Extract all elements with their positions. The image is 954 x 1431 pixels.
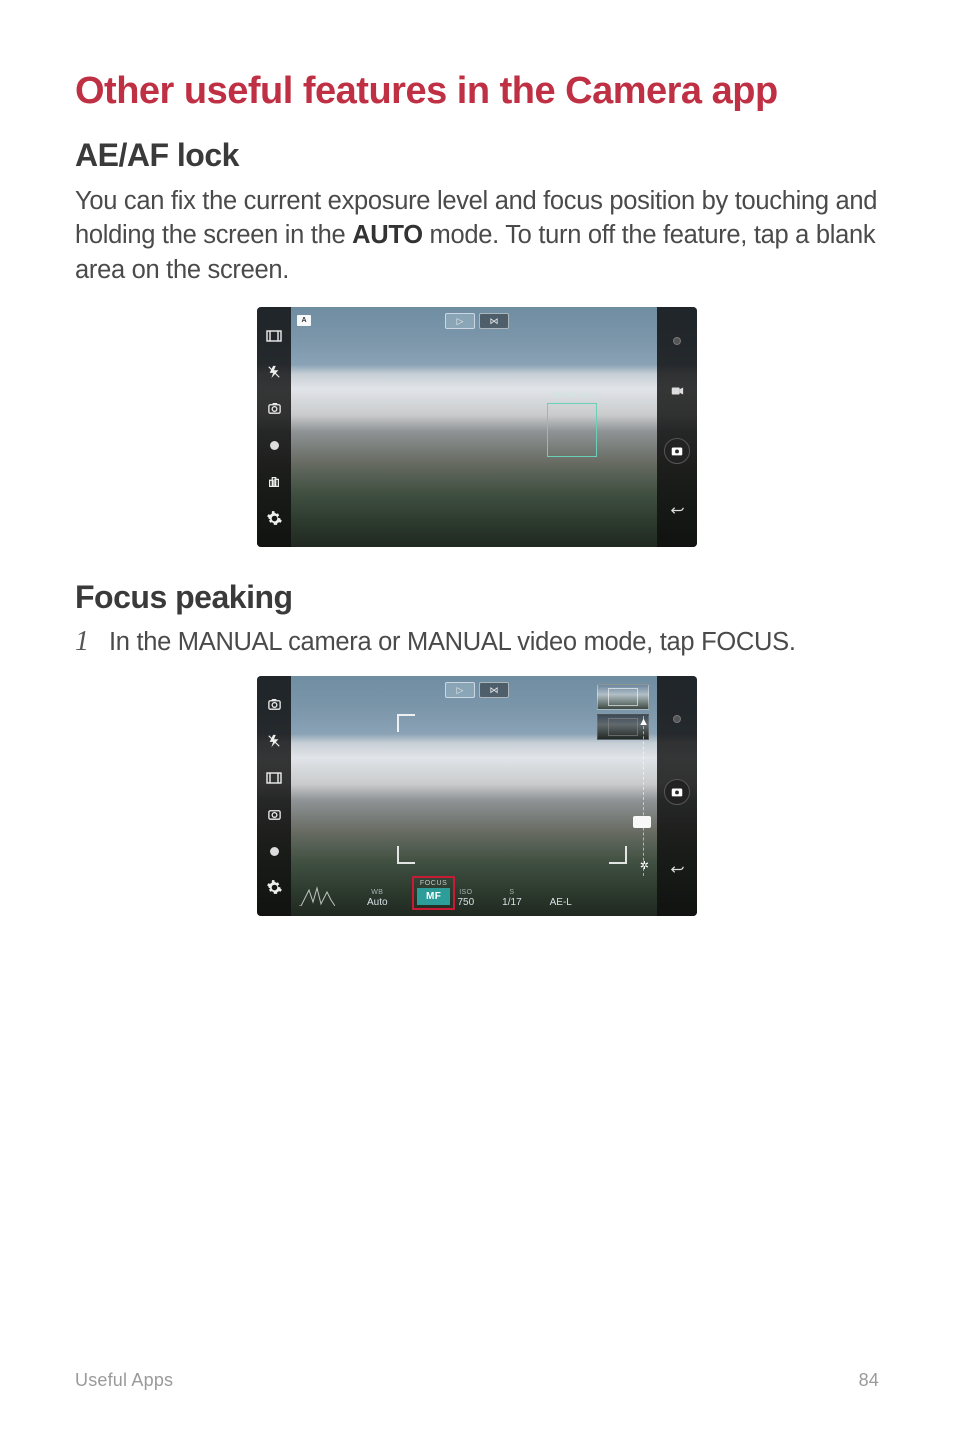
focus-near-icon: ✲ — [640, 859, 649, 872]
back-icon[interactable] — [669, 862, 685, 878]
footer-label: Useful Apps — [75, 1370, 173, 1391]
gallery-thumb-icon[interactable] — [673, 337, 681, 345]
filter-icon[interactable] — [266, 474, 282, 490]
focus-callout: FOCUS MF — [412, 876, 455, 910]
step-b3: FOCUS — [701, 628, 789, 656]
aeaf-lock-box[interactable] — [547, 403, 597, 457]
param-shutter-label: S — [509, 889, 514, 897]
param-iso-value: 750 — [457, 897, 474, 909]
focus-value-button[interactable]: MF — [417, 888, 450, 905]
aeaf-lock-label: AE/AF lock — [552, 391, 595, 400]
focus-label: FOCUS — [420, 880, 448, 887]
focus-brackets — [397, 714, 627, 864]
step-b1: MANUAL camera — [178, 628, 372, 656]
lens-normal-pill[interactable]: ▷ — [445, 682, 475, 698]
back-icon[interactable] — [669, 502, 685, 518]
focus-heading: Focus peaking — [75, 579, 879, 616]
step-mid2: mode, tap — [577, 628, 701, 656]
param-wb-label: WB — [371, 889, 383, 897]
aeaf-body-bold: AUTO — [352, 221, 423, 249]
param-shutter[interactable]: S 1/17 — [502, 889, 521, 909]
settings-icon[interactable] — [266, 880, 282, 896]
shutter-button[interactable] — [664, 438, 690, 464]
focus-screenshot: ▷ ⋈ — [257, 676, 697, 916]
param-shutter-value: 1/17 — [502, 897, 521, 909]
lens-wide-pill[interactable]: ⋈ — [479, 313, 509, 329]
step-post: . — [789, 628, 796, 656]
lens-wide-pill[interactable]: ⋈ — [479, 682, 509, 698]
param-wb-value: Auto — [367, 897, 388, 909]
settings-icon[interactable] — [266, 511, 282, 527]
switch-camera-icon[interactable] — [266, 697, 282, 713]
focus-step-1: 1 In the MANUAL camera or MANUAL video m… — [75, 626, 879, 658]
pip-thumb-top[interactable] — [597, 684, 649, 710]
param-iso-label: ISO — [459, 889, 472, 897]
section-title: Other useful features in the Camera app — [75, 70, 879, 113]
aeaf-screenshot: A ▷ ⋈ AE/AF lock — [257, 307, 697, 547]
step-b2: MANUAL video — [407, 628, 577, 656]
step-pre: In the — [109, 628, 178, 656]
flash-off-icon[interactable] — [266, 364, 282, 380]
gallery-thumb-icon[interactable] — [673, 715, 681, 723]
param-ael[interactable]: AE-L — [550, 897, 572, 909]
focus-scale[interactable] — [637, 716, 649, 876]
param-iso[interactable]: ISO 750 — [457, 889, 474, 909]
raw-icon[interactable] — [266, 807, 282, 823]
param-ael-label: AE-L — [550, 897, 572, 909]
right-rail — [657, 676, 697, 916]
step-text: In the MANUAL camera or MANUAL video mod… — [109, 628, 796, 657]
focus-scale-knob[interactable] — [633, 816, 651, 828]
mode-badge: A — [297, 315, 311, 326]
mode-icon[interactable] — [266, 438, 282, 454]
manual-param-bar: WB Auto EV 0.0 ISO 750 S 1/17 AE-L — [367, 889, 645, 909]
aeaf-heading: AE/AF lock — [75, 137, 879, 174]
tracking-icon[interactable] — [266, 843, 282, 859]
step-mid1: or — [371, 628, 407, 656]
shutter-button[interactable] — [664, 779, 690, 805]
record-icon[interactable] — [669, 383, 685, 399]
flash-off-icon[interactable] — [266, 733, 282, 749]
histogram-icon — [299, 886, 335, 906]
film-icon[interactable] — [266, 328, 282, 344]
param-wb[interactable]: WB Auto — [367, 889, 388, 909]
step-number: 1 — [75, 626, 95, 658]
film-icon[interactable] — [266, 770, 282, 786]
aeaf-body: You can fix the current exposure level a… — [75, 184, 879, 287]
right-rail — [657, 307, 697, 547]
page-number: 84 — [859, 1370, 879, 1391]
left-rail — [257, 307, 291, 547]
left-rail — [257, 676, 291, 916]
lens-normal-pill[interactable]: ▷ — [445, 313, 475, 329]
switch-camera-icon[interactable] — [266, 401, 282, 417]
